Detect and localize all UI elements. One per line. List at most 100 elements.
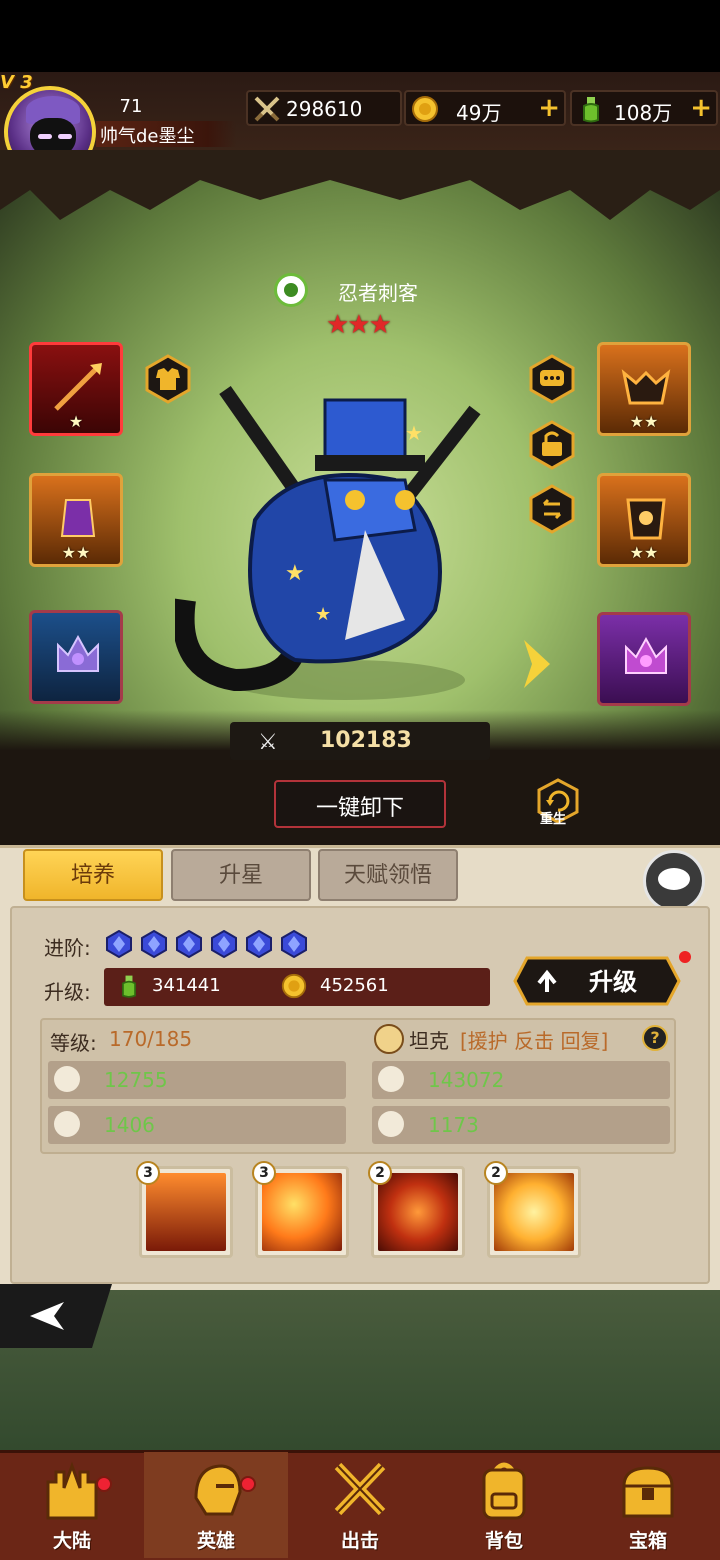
unlock-icon[interactable] (528, 420, 576, 470)
castle-icon (46, 1461, 98, 1520)
equip-slot-emblem[interactable] (29, 610, 123, 704)
treasure-chest-icon (622, 1466, 674, 1518)
gauntlet-icon (60, 499, 96, 537)
notification-dot (679, 951, 691, 963)
potion-bottle-icon (583, 97, 599, 123)
nav-backpack[interactable]: 背包 (432, 1452, 576, 1558)
equip-slot-helmet[interactable]: ★★ (597, 342, 691, 436)
advance-gem-icon (211, 930, 237, 958)
potion-value: 108万 (614, 101, 673, 125)
vip-badge: V 3 (0, 72, 33, 93)
advance-gem-icon (246, 930, 272, 958)
backpack-icon (482, 1462, 526, 1520)
chat-icon[interactable] (643, 850, 705, 912)
hero-power: 102183 (320, 728, 412, 753)
stat-speed: 1173 (372, 1106, 670, 1144)
dancer-light-icon (494, 1173, 574, 1251)
skill-level: 3 (252, 1161, 276, 1185)
player-level: 71 (119, 96, 143, 117)
svg-text:★: ★ (315, 604, 331, 625)
slot-stars: ★ (68, 412, 84, 431)
equip-slot-armor[interactable]: ★★ (597, 473, 691, 567)
fire-swirl-icon (262, 1173, 342, 1251)
notification-dot (240, 1476, 256, 1492)
add-potion-button[interactable]: + (690, 95, 712, 121)
notification-dot (96, 1476, 112, 1492)
horned-helmet-icon (621, 369, 671, 405)
help-icon[interactable]: ? (642, 1025, 668, 1051)
armor-icon (626, 498, 666, 540)
slot-stars: ★★ (629, 543, 659, 562)
equip-slot-weapon[interactable]: ★ (29, 342, 123, 436)
tab-talent[interactable]: 天赋领悟 (318, 849, 458, 901)
equip-slot-crest[interactable] (597, 612, 691, 706)
reborn-label: 重生 (540, 812, 567, 827)
crown-emblem-icon (625, 636, 667, 674)
stat-speed-value: 1173 (428, 1113, 479, 1137)
avatar-eye (38, 134, 52, 139)
potion-resource: 108万 + (570, 90, 718, 126)
skill-level: 2 (484, 1161, 508, 1185)
heart-icon (378, 1066, 404, 1092)
shield-icon (54, 1111, 80, 1137)
upgrade-button[interactable]: 升级 (513, 956, 681, 1006)
next-hero-arrow-icon[interactable] (520, 636, 556, 692)
status-bar (0, 0, 720, 72)
tab-cultivate[interactable]: 培养 (23, 849, 163, 901)
tank-role-icon (374, 1024, 404, 1054)
equip-slot-gloves[interactable]: ★★ (29, 473, 123, 567)
unequip-all-label: 一键卸下 (315, 796, 404, 821)
unequip-all-button[interactable]: 一键卸下 (274, 780, 446, 828)
chat-bubble-icon[interactable] (528, 354, 576, 404)
slot-stars: ★★ (629, 412, 659, 431)
spear-icon (54, 363, 102, 411)
cave-ceiling (0, 150, 720, 220)
nav-battle[interactable]: 出击 (288, 1452, 432, 1558)
back-arrow-icon[interactable] (0, 1284, 112, 1348)
advance-gem-icon (106, 930, 132, 958)
slot-stars: ★★ (61, 543, 91, 562)
hero-figure: ★ ★ ★ (175, 385, 481, 700)
level-value: 170/185 (109, 1027, 193, 1051)
role-tags: [援护 反击 回复] (460, 1029, 609, 1053)
svg-text:★: ★ (405, 421, 423, 445)
boot-icon (378, 1111, 404, 1137)
potion-bottle-icon (122, 975, 136, 998)
nav-hero[interactable]: 英雄 (144, 1452, 288, 1558)
attack-icon (54, 1066, 80, 1092)
upgrade-label: 升级: (44, 980, 91, 1004)
nav-chest[interactable]: 宝箱 (576, 1452, 720, 1558)
stat-attack: 12755 (48, 1061, 346, 1099)
tornado-fire-icon (378, 1173, 458, 1251)
helmet-icon (194, 1464, 242, 1516)
skill-level: 2 (368, 1161, 392, 1185)
crossed-swords-icon (254, 96, 280, 122)
skill-slot[interactable]: 2 (484, 1161, 581, 1258)
upgrade-cost-bar: 341441 452561 (104, 968, 490, 1006)
skill-slot[interactable]: 3 (252, 1161, 349, 1258)
crossed-swords-icon (334, 1462, 386, 1516)
svg-text:★: ★ (285, 561, 305, 586)
swap-icon[interactable] (528, 484, 576, 534)
gold-coin-icon (281, 973, 307, 999)
hero-name: 忍者刺客 (338, 281, 418, 305)
skill-slot[interactable]: 3 (136, 1161, 233, 1258)
nav-label: 英雄 (196, 1530, 235, 1552)
advance-gem-icon (281, 930, 307, 958)
advance-gem-icon (176, 930, 202, 958)
crossed-swords-icon: ⚔ (258, 730, 278, 755)
power-value: 298610 (286, 97, 363, 121)
advance-gem-icon (141, 930, 167, 958)
power-resource: 298610 (246, 90, 402, 126)
hero-stars: ★★★ (326, 310, 392, 340)
add-gold-button[interactable]: + (538, 95, 560, 121)
gold-resource: 49万 + (404, 90, 566, 126)
stat-attack-value: 12755 (104, 1068, 168, 1092)
nav-continent[interactable]: 大陆 (0, 1452, 144, 1558)
skill-slot[interactable]: 2 (368, 1161, 465, 1258)
player-name: 帅气de墨尘 (100, 126, 195, 147)
advance-label: 进阶: (44, 936, 91, 960)
tab-star-up[interactable]: 升星 (171, 849, 311, 901)
nav-label: 背包 (484, 1530, 523, 1552)
stat-defense-value: 1406 (104, 1113, 155, 1137)
